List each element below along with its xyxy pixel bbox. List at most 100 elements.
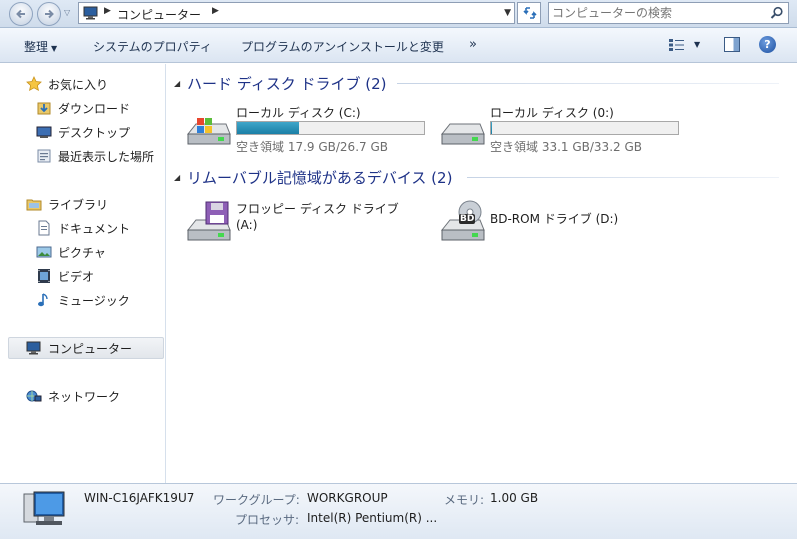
nav-network-label: ネットワーク [48,390,121,404]
preview-pane-button[interactable] [724,37,740,52]
group-header-removable[interactable]: ◢ リムーバブル記憶域があるデバイス (2) [167,166,787,188]
organize-button[interactable]: 整理 ▼ [24,38,57,55]
breadcrumb-separator[interactable]: ▶ [212,6,219,16]
nav-music[interactable]: ミュージック [0,289,165,311]
drive-0[interactable]: ローカル ディスク (0:) 空き領域 33.1 GB/33.2 GB [438,104,688,156]
forward-button[interactable] [37,2,61,26]
nav-recent-places-label: 最近表示した場所 [58,150,155,164]
change-view-icon[interactable] [668,38,688,52]
address-history-dropdown[interactable]: ▼ [504,8,511,18]
hard-disk-windows-icon [186,118,231,145]
view-options-dropdown[interactable]: ▼ [694,40,700,49]
nav-recent-places[interactable]: 最近表示した場所 [0,145,165,167]
drive-0-name: ローカル ディスク (0:) [490,106,614,120]
address-bar-row: ▽ ▶ コンピューター ▶ ▼ [0,0,797,28]
drive-a-floppy[interactable]: フロッピー ディスク ドライブ (A:) [184,200,434,252]
drive-c-usage-bar [236,121,425,135]
breadcrumb-computer[interactable]: コンピューター [117,6,201,23]
nav-computer[interactable]: コンピューター [8,337,164,359]
computer-name: WIN-C16JAFK19U7 [84,491,195,505]
drive-a-name-line2: (A:) [236,218,258,232]
memory-label: メモリ: [444,493,485,507]
drive-c-name: ローカル ディスク (C:) [236,106,361,120]
drive-c-free-space: 空き領域 17.9 GB/26.7 GB [236,140,388,154]
uninstall-program-button[interactable]: プログラムのアンインストールと変更 [241,38,444,55]
nav-libraries[interactable]: ライブラリ [0,193,165,215]
drive-0-usage-bar [490,121,679,135]
refresh-button[interactable] [517,2,541,24]
bd-rom-drive-icon [440,200,485,241]
libraries-icon [26,199,42,211]
refresh-icon [523,7,537,19]
documents-icon [38,220,50,236]
drive-0-free-space: 空き領域 33.1 GB/33.2 GB [490,140,642,154]
bd-badge: BD [460,214,475,224]
network-icon [26,390,42,402]
collapse-triangle-icon[interactable]: ◢ [174,79,180,88]
nav-favorites-label: お気に入り [48,78,109,92]
floppy-drive-icon [186,201,231,241]
computer-icon [83,6,98,20]
nav-libraries-label: ライブラリ [48,198,109,212]
forward-arrow-icon [45,9,54,19]
more-commands-button[interactable]: » [469,37,477,52]
group-header-hard-disks[interactable]: ◢ ハード ディスク ドライブ (2) [167,72,787,94]
memory-value: 1.00 GB [490,491,539,505]
nav-network[interactable]: ネットワーク [0,385,165,407]
group-divider [397,83,779,84]
processor-label: プロセッサ: [235,513,300,527]
videos-icon [38,269,50,283]
breadcrumb-separator[interactable]: ▶ [104,6,111,16]
drive-d-name: BD-ROM ドライブ (D:) [490,212,619,226]
recent-pages-dropdown[interactable]: ▽ [64,8,70,17]
group-title: ハード ディスク ドライブ (2) [187,75,387,93]
workgroup-value: WORKGROUP [307,491,388,505]
collapse-triangle-icon[interactable]: ◢ [174,173,180,182]
nav-pictures[interactable]: ピクチャ [0,241,165,263]
hard-disk-icon [440,123,485,145]
nav-videos-label: ビデオ [58,270,95,284]
back-button[interactable] [9,2,33,26]
group-divider [467,177,779,178]
workgroup-label: ワークグループ: [213,493,300,507]
nav-favorites[interactable]: お気に入り [0,73,165,95]
file-list-view: ◢ ハード ディスク ドライブ (2) ローカル ディスク (C:) 空き領域 … [167,64,797,483]
command-bar: 整理 ▼ システムのプロパティ プログラムのアンインストールと変更 » ▼ ? [0,28,797,63]
star-icon [26,76,42,91]
nav-documents-label: ドキュメント [58,222,131,236]
nav-desktop-label: デスクトップ [58,126,131,140]
group-title: リムーバブル記憶域があるデバイス (2) [187,169,453,187]
drive-c[interactable]: ローカル ディスク (C:) 空き領域 17.9 GB/26.7 GB [184,104,434,156]
navigation-pane: お気に入り ダウンロード デスクトップ 最近表示した場所 ライブラリ ドキュメン… [0,64,166,483]
nav-documents[interactable]: ドキュメント [0,217,165,239]
music-note-icon [38,293,48,307]
organize-label: 整理 [24,40,49,54]
address-field[interactable]: ▶ コンピューター ▶ ▼ [78,2,515,24]
downloads-folder-icon [37,102,51,115]
nav-pictures-label: ピクチャ [58,246,106,260]
chevron-down-icon: ▼ [51,44,58,53]
drive-c-usage-fill [237,122,299,134]
nav-downloads-label: ダウンロード [58,102,131,116]
drive-0-usage-fill [491,122,492,134]
details-pane: WIN-C16JAFK19U7 ワークグループ: WORKGROUP メモリ: … [0,483,797,539]
desktop-icon [36,126,52,138]
system-properties-button[interactable]: システムのプロパティ [93,38,212,55]
back-arrow-icon [16,9,25,19]
search-icon[interactable] [770,6,784,20]
computer-icon [26,341,41,355]
search-box[interactable] [548,2,789,24]
recent-places-icon [37,149,51,163]
nav-downloads[interactable]: ダウンロード [0,97,165,119]
nav-music-label: ミュージック [58,294,130,308]
help-button[interactable]: ? [759,36,776,53]
drive-d-bdrom[interactable]: BD BD-ROM ドライブ (D:) [438,200,688,252]
drive-a-name-line1: フロッピー ディスク ドライブ [236,202,399,216]
computer-icon [23,491,65,525]
nav-computer-label: コンピューター [48,342,133,356]
processor-value: Intel(R) Pentium(R) ... [307,511,438,525]
nav-desktop[interactable]: デスクトップ [0,121,165,143]
nav-videos[interactable]: ビデオ [0,265,165,287]
pictures-icon [36,246,52,258]
search-input[interactable] [552,5,762,21]
